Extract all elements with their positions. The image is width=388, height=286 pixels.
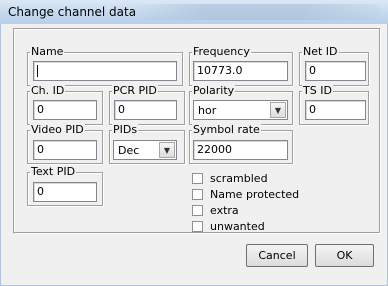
name-protected-label: Name protected — [210, 188, 300, 201]
ok-button[interactable]: OK — [315, 244, 374, 267]
polarity-select[interactable]: hor ▼ — [193, 100, 288, 120]
checkbox-box[interactable] — [192, 189, 203, 200]
pcr-pid-input[interactable]: 0 — [114, 100, 177, 120]
net-id-input[interactable]: 0 — [305, 61, 366, 81]
text-pid-input[interactable]: 0 — [33, 182, 97, 202]
window-title: Change channel data — [8, 5, 137, 19]
pids-value: Dec — [118, 144, 140, 157]
unwanted-label: unwanted — [210, 220, 265, 233]
cancel-button[interactable]: Cancel — [246, 244, 308, 267]
name-protected-checkbox[interactable]: Name protected — [192, 188, 299, 201]
checkbox-box[interactable] — [192, 173, 203, 184]
video-pid-input[interactable]: 0 — [33, 140, 97, 160]
ts-id-input[interactable]: 0 — [305, 100, 366, 120]
ch-id-label: Ch. ID — [30, 84, 66, 97]
text-pid-label: Text PID — [30, 165, 77, 178]
symbol-rate-input[interactable]: 22000 — [193, 140, 288, 160]
checkbox-box[interactable] — [192, 221, 203, 232]
name-input[interactable] — [33, 61, 177, 81]
polarity-value: hor — [198, 104, 217, 117]
scrambled-label: scrambled — [210, 172, 268, 185]
pcr-pid-label: PCR PID — [112, 84, 158, 97]
pids-select[interactable]: Dec ▼ — [113, 140, 177, 160]
net-id-label: Net ID — [302, 45, 339, 58]
frequency-label: Frequency — [192, 45, 251, 58]
ch-id-input[interactable]: 0 — [33, 100, 97, 120]
extra-label: extra — [210, 204, 239, 217]
ts-id-label: TS ID — [302, 84, 333, 97]
video-pid-label: Video PID — [30, 123, 85, 136]
symbol-rate-label: Symbol rate — [192, 123, 261, 136]
title-bar: Change channel data — [0, 0, 388, 25]
title-bar-blur — [130, 4, 380, 20]
extra-checkbox[interactable]: extra — [192, 204, 239, 217]
pids-label: PIDs — [112, 123, 139, 136]
scrambled-checkbox[interactable]: scrambled — [192, 172, 268, 185]
chevron-down-icon[interactable]: ▼ — [270, 102, 286, 118]
name-label: Name — [30, 45, 65, 58]
polarity-label: Polarity — [192, 84, 236, 97]
unwanted-checkbox[interactable]: unwanted — [192, 220, 265, 233]
frequency-input[interactable]: 10773.0 — [193, 61, 288, 81]
chevron-down-icon[interactable]: ▼ — [159, 142, 175, 158]
checkbox-box[interactable] — [192, 205, 203, 216]
